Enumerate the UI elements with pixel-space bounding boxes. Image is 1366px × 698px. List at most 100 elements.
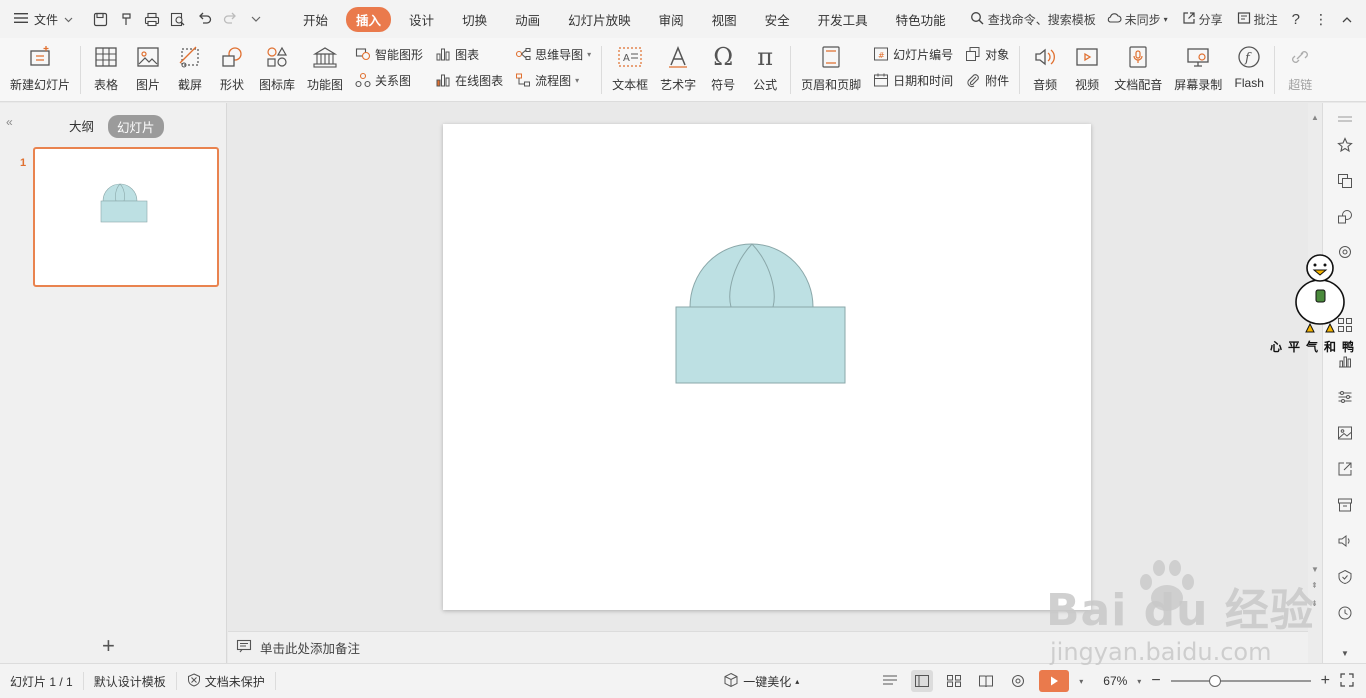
tab-security[interactable]: 安全 bbox=[755, 7, 800, 32]
textbox-button[interactable]: A 文本框 bbox=[606, 42, 654, 98]
slide-sorter-icon[interactable] bbox=[943, 670, 965, 692]
insert-ribbon: 新建幻灯片 表格 图片 截屏 形状 图标库 功能图 智能图形 关系图 图表 在线… bbox=[0, 38, 1366, 102]
slide-number-button[interactable]: # 幻灯片编号 bbox=[873, 44, 953, 64]
tab-special[interactable]: 特色功能 bbox=[886, 7, 956, 32]
hyperlink-button[interactable]: 超链 bbox=[1279, 42, 1321, 98]
add-slide-button[interactable]: + bbox=[102, 633, 115, 659]
tab-developer[interactable]: 开发工具 bbox=[808, 7, 878, 32]
animation-icon[interactable] bbox=[1335, 135, 1355, 155]
fit-window-icon[interactable] bbox=[1340, 672, 1354, 690]
more-options-icon[interactable]: ⋮ bbox=[1314, 11, 1328, 28]
prev-slide-icon[interactable]: ⇞ bbox=[1311, 581, 1318, 590]
vertical-scrollbar[interactable]: ▲ ▼ ⇞ ⇟ bbox=[1308, 103, 1322, 663]
presenter-icon[interactable] bbox=[1007, 670, 1029, 692]
collapse-ribbon-icon[interactable] bbox=[1342, 16, 1352, 23]
function-chart-button[interactable]: 功能图 bbox=[301, 42, 349, 98]
zoom-slider-handle[interactable] bbox=[1208, 675, 1221, 687]
slide-canvas[interactable] bbox=[443, 124, 1091, 610]
reading-view-icon[interactable] bbox=[975, 670, 997, 692]
notes-view-icon[interactable] bbox=[879, 670, 901, 692]
zoom-out-icon[interactable]: − bbox=[1151, 672, 1160, 690]
file-menu-button[interactable]: 文件 bbox=[0, 0, 83, 38]
tab-animation[interactable]: 动画 bbox=[505, 7, 550, 32]
tab-insert[interactable]: 插入 bbox=[346, 6, 392, 32]
new-slide-button[interactable]: 新建幻灯片 bbox=[0, 42, 76, 98]
icon-library-button[interactable]: 图标库 bbox=[253, 42, 301, 98]
scroll-down-icon[interactable]: ▼ bbox=[1311, 565, 1319, 574]
tab-home[interactable]: 开始 bbox=[293, 7, 338, 32]
panel-tabs: « 大纲 幻灯片 bbox=[0, 115, 227, 138]
screen-record-icon bbox=[1183, 42, 1213, 72]
video-button[interactable]: 视频 bbox=[1066, 42, 1108, 98]
header-footer-button[interactable]: 页眉和页脚 bbox=[795, 42, 867, 98]
transition-icon[interactable] bbox=[1335, 171, 1355, 191]
beautify-button[interactable]: 一键美化 ▴ bbox=[723, 672, 799, 691]
save-icon[interactable] bbox=[89, 8, 111, 30]
object-button[interactable]: 对象 bbox=[965, 44, 1009, 64]
screenshot-button[interactable]: 截屏 bbox=[169, 42, 211, 98]
mindmap-button[interactable]: 思维导图 ▾ bbox=[515, 44, 591, 64]
sidebar-collapse-icon[interactable]: ▼ bbox=[1335, 643, 1355, 663]
help-button[interactable]: ? bbox=[1292, 11, 1300, 28]
chevron-down-icon[interactable]: ▾ bbox=[1079, 677, 1083, 686]
formula-button[interactable]: π 公式 bbox=[744, 42, 786, 98]
online-chart-button[interactable]: 在线图表 bbox=[435, 70, 503, 90]
relation-chart-button[interactable]: 关系图 bbox=[355, 70, 423, 90]
flash-button[interactable]: f Flash bbox=[1228, 42, 1270, 98]
picture-button[interactable]: 图片 bbox=[127, 42, 169, 98]
design-template[interactable]: 默认设计模板 bbox=[84, 672, 177, 690]
zoom-in-icon[interactable]: + bbox=[1321, 672, 1330, 690]
print-preview-icon[interactable] bbox=[167, 8, 189, 30]
normal-view-icon[interactable] bbox=[911, 670, 934, 692]
notes-bar[interactable]: 单击此处添加备注 bbox=[228, 631, 1308, 663]
smart-art-button[interactable]: 智能图形 bbox=[355, 44, 423, 64]
tab-view[interactable]: 视图 bbox=[702, 7, 747, 32]
share-button[interactable]: 分享 bbox=[1182, 11, 1223, 28]
shield-icon[interactable] bbox=[1335, 567, 1355, 587]
customize-toolbar-icon[interactable] bbox=[245, 8, 267, 30]
attachment-button[interactable]: 附件 bbox=[965, 70, 1009, 90]
command-search[interactable]: 查找命令、搜索模板 bbox=[970, 11, 1096, 28]
format-painter-icon[interactable] bbox=[115, 8, 137, 30]
export-icon[interactable] bbox=[1335, 459, 1355, 479]
doc-dub-button[interactable]: 文档配音 bbox=[1108, 42, 1168, 98]
tab-design[interactable]: 设计 bbox=[399, 7, 444, 32]
table-button[interactable]: 表格 bbox=[85, 42, 127, 98]
tab-slides[interactable]: 幻灯片 bbox=[108, 115, 164, 138]
scroll-up-icon[interactable]: ▲ bbox=[1311, 113, 1319, 122]
duck-icon bbox=[1295, 254, 1345, 333]
tab-review[interactable]: 审阅 bbox=[649, 7, 694, 32]
shape-button[interactable]: 形状 bbox=[211, 42, 253, 98]
tab-transition[interactable]: 切换 bbox=[452, 7, 497, 32]
next-slide-icon[interactable]: ⇟ bbox=[1311, 599, 1318, 608]
tab-outline[interactable]: 大纲 bbox=[69, 116, 94, 135]
image-panel-icon[interactable] bbox=[1335, 423, 1355, 443]
screen-record-button[interactable]: 屏幕录制 bbox=[1168, 42, 1228, 98]
chevron-down-icon[interactable]: ▾ bbox=[1137, 677, 1141, 686]
volume-icon[interactable] bbox=[1335, 531, 1355, 551]
audio-button[interactable]: 音频 bbox=[1024, 42, 1066, 98]
sidebar-menu-icon[interactable] bbox=[1335, 109, 1355, 129]
zoom-slider[interactable] bbox=[1170, 675, 1311, 687]
comment-button[interactable]: 批注 bbox=[1237, 11, 1278, 28]
play-slideshow-button[interactable] bbox=[1039, 670, 1070, 692]
shape-panel-icon[interactable] bbox=[1335, 207, 1355, 227]
picture-icon bbox=[133, 42, 163, 72]
print-icon[interactable] bbox=[141, 8, 163, 30]
settings-sliders-icon[interactable] bbox=[1335, 387, 1355, 407]
history-icon[interactable] bbox=[1335, 603, 1355, 623]
redo-icon[interactable] bbox=[219, 8, 241, 30]
tab-slideshow[interactable]: 幻灯片放映 bbox=[558, 7, 641, 32]
collapse-panel-icon[interactable]: « bbox=[6, 115, 13, 129]
wordart-button[interactable]: 艺术字 bbox=[654, 42, 702, 98]
zoom-level[interactable]: 67% bbox=[1103, 674, 1127, 688]
flowchart-button[interactable]: 流程图 ▾ bbox=[515, 70, 591, 90]
protection-status[interactable]: 文档未保护 bbox=[177, 672, 276, 690]
slide-thumbnail[interactable] bbox=[33, 147, 219, 287]
symbol-button[interactable]: Ω 符号 bbox=[702, 42, 744, 98]
date-time-button[interactable]: 日期和时间 bbox=[873, 70, 953, 90]
chart-button[interactable]: 图表 bbox=[435, 44, 503, 64]
sync-button[interactable]: 未同步 ▾ bbox=[1106, 11, 1168, 28]
archive-icon[interactable] bbox=[1335, 495, 1355, 515]
undo-icon[interactable] bbox=[193, 8, 215, 30]
